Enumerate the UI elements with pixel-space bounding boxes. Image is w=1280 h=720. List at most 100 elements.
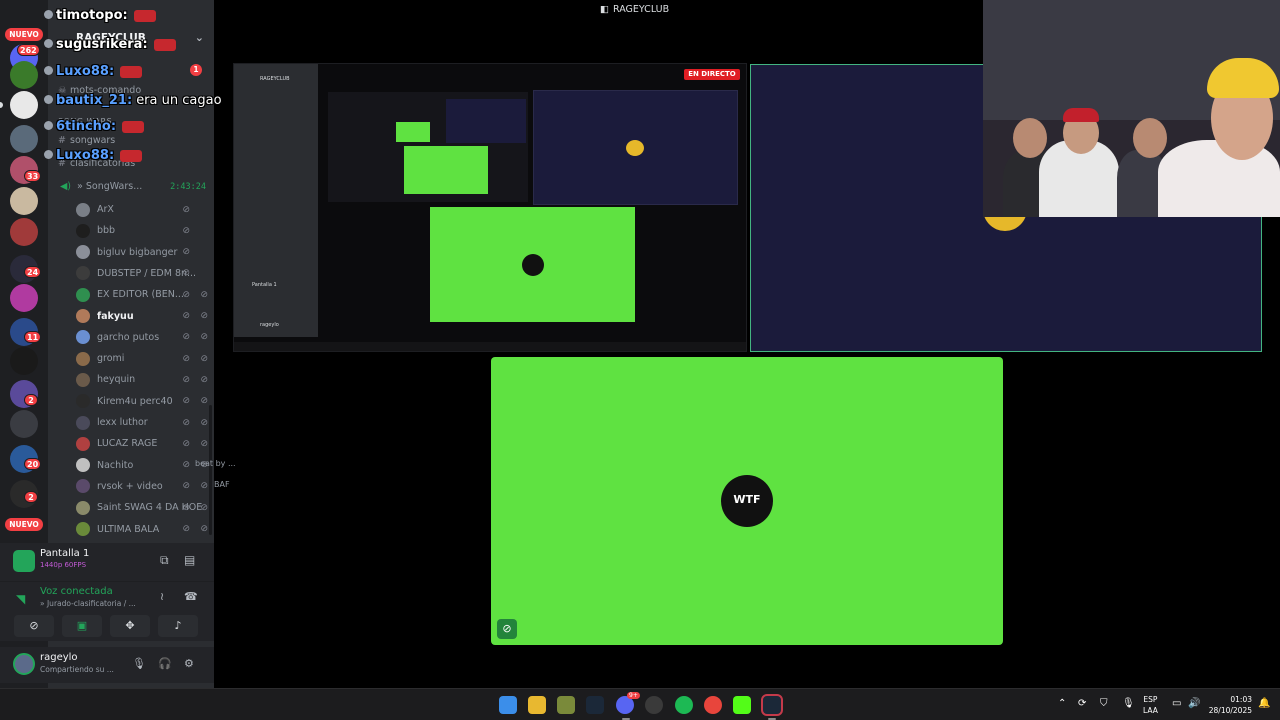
- server-icon[interactable]: [10, 284, 38, 312]
- deafened-icon: ⊘: [200, 524, 208, 534]
- stream-panel: Pantalla 1 1440p 60FPS ⧉ ▤: [0, 543, 214, 581]
- popout-icon[interactable]: ⧉: [160, 553, 169, 568]
- voice-member[interactable]: LUCAZ RAGE ⊘ ⊘: [76, 433, 212, 454]
- voice-member[interactable]: ArX ⊘: [76, 199, 212, 220]
- voice-member[interactable]: Saint SWAG 4 DA HOE ⊘ ⊘: [76, 497, 212, 518]
- language-indicator[interactable]: ESP LAA: [1143, 694, 1158, 716]
- activities-button[interactable]: ✥: [110, 615, 150, 637]
- chat-message: sugusrikera:: [44, 37, 176, 52]
- nested-screen-share[interactable]: RAGEYCLUB rageylo Pantalla 1: [233, 63, 747, 352]
- steam-icon[interactable]: [586, 696, 604, 714]
- voice-member[interactable]: EX EDITOR (BEN... ⊘ ⊘: [76, 284, 212, 305]
- member-name: rvsok + video: [97, 480, 163, 492]
- chat-message: Luxo88:: [44, 64, 143, 79]
- server-icon-white[interactable]: [10, 91, 38, 119]
- voice-member[interactable]: bbb ⊘: [76, 220, 212, 241]
- steam-icon[interactable]: [761, 694, 783, 716]
- clock[interactable]: 01:03 28/10/2025: [1208, 694, 1252, 716]
- rail-badge: 33: [24, 170, 42, 182]
- chat-username: Luxo88:: [56, 64, 115, 79]
- camera-off-button[interactable]: ⊘: [14, 615, 54, 637]
- server-icon[interactable]: [10, 125, 38, 153]
- voice-member[interactable]: garcho putos ⊘ ⊘: [76, 327, 212, 348]
- avatar: [76, 436, 90, 451]
- voice-member[interactable]: DUBSTEP / EDM 8n... ⊘: [76, 263, 212, 284]
- emote-icon: [122, 120, 145, 133]
- server-icon[interactable]: [10, 218, 38, 246]
- headphones-icon[interactable]: 🎧: [158, 657, 172, 670]
- folder-icon[interactable]: [528, 696, 546, 714]
- member-name: LUCAZ RAGE: [97, 438, 158, 450]
- new-servers-badge[interactable]: NUEVO: [5, 518, 43, 531]
- voice-member[interactable]: fakyuu ⊘ ⊘: [76, 306, 212, 327]
- voice-member[interactable]: gromi ⊘ ⊘: [76, 348, 212, 369]
- chevron-up-icon[interactable]: ⌃: [1058, 698, 1066, 709]
- stream-icon[interactable]: ⊘: [497, 619, 517, 639]
- windows-taskbar: 9+ ⌃ ⟳ ⛉ 🎙 ESP LAA ▭ 🔊 01:03 28/10/2025 …: [0, 688, 1280, 720]
- wtf-logo: WTF: [721, 475, 773, 527]
- kick-icon[interactable]: [733, 696, 751, 714]
- avatar: [76, 394, 90, 409]
- start-icon[interactable]: [499, 696, 517, 714]
- avatar[interactable]: [13, 653, 35, 675]
- voice-member[interactable]: Nachito ⊘ ⊘: [76, 455, 212, 476]
- noise-suppression-icon[interactable]: ≀: [160, 590, 164, 603]
- muted-mic-icon: ⊘: [182, 396, 190, 407]
- chat-username: 6tincho:: [56, 119, 117, 134]
- avatar: [76, 479, 90, 494]
- deafened-icon: ⊘: [200, 353, 208, 364]
- muted-mic-icon: ⊘: [182, 332, 190, 343]
- stream-tile-green-focused[interactable]: WTF ⊘: [491, 357, 1003, 645]
- shield-icon[interactable]: ⛉: [1100, 698, 1108, 709]
- soundboard-button[interactable]: ♪: [158, 615, 198, 637]
- muted-mic-icon: ⊘: [182, 289, 190, 300]
- new-servers-badge[interactable]: NUEVO: [5, 28, 43, 41]
- share-screen-button[interactable]: ▣: [62, 615, 102, 637]
- chrome-icon[interactable]: [704, 696, 722, 714]
- app-icon[interactable]: [645, 696, 663, 714]
- member-name: lexx luthor: [97, 417, 148, 428]
- voice-member[interactable]: ULTIMA BALA ⊘ ⊘: [76, 519, 212, 540]
- voice-member[interactable]: heyquin ⊘ ⊘: [76, 369, 212, 390]
- nested-sidebar: [234, 64, 318, 337]
- network-icon[interactable]: ▭: [1172, 698, 1181, 709]
- voice-channel-songwars[interactable]: ◀)» SongWars... 2:43:24: [60, 178, 208, 196]
- chat-message: timotopo:: [44, 8, 156, 23]
- server-icon[interactable]: [10, 410, 38, 438]
- avatar: [76, 202, 90, 217]
- app-icon[interactable]: [557, 696, 575, 714]
- microphone-icon[interactable]: 🎙: [1122, 698, 1135, 709]
- spotify-icon[interactable]: [675, 696, 693, 714]
- voice-status[interactable]: Voz conectada: [40, 586, 113, 597]
- voice-connection-panel: ◥ Voz conectada » Jurado-clasificatoria …: [0, 581, 214, 641]
- voice-member[interactable]: bigluv bigbanger ⊘: [76, 242, 212, 263]
- sync-icon[interactable]: ⟳: [1078, 698, 1086, 709]
- voice-member[interactable]: Kirem4u perc40 ⊘ ⊘: [76, 391, 212, 412]
- voice-member[interactable]: lexx luthor ⊘ ⊘: [76, 412, 212, 433]
- rail-badge: 2: [24, 394, 38, 406]
- muted-mic-icon: ⊘: [182, 524, 190, 534]
- rail-badge: 2: [24, 491, 38, 503]
- emote-icon: [133, 9, 156, 22]
- server-icon[interactable]: [10, 187, 38, 215]
- muted-mic-icon: ⊘: [182, 460, 190, 471]
- volume-icon[interactable]: 🔊: [1188, 698, 1200, 709]
- nested-navy-tile: [446, 99, 526, 143]
- scrollbar[interactable]: [209, 405, 212, 535]
- username[interactable]: rageylo: [40, 652, 78, 663]
- avatar: [76, 330, 90, 345]
- avatar: [76, 223, 90, 238]
- chevron-down-icon: ⌄: [194, 31, 204, 44]
- microphone-icon[interactable]: 🎙: [132, 657, 146, 670]
- server-icon[interactable]: [10, 347, 38, 375]
- gear-icon[interactable]: ⚙: [184, 657, 194, 670]
- signal-icon: ◥: [16, 592, 26, 606]
- clip-icon[interactable]: ▤: [184, 553, 195, 567]
- emote-icon: [120, 65, 143, 78]
- server-icon-pepe[interactable]: [10, 61, 38, 89]
- voice-member[interactable]: rvsok + video ⊘ ⊘: [76, 476, 212, 497]
- mention-badge: 1: [190, 64, 202, 76]
- disconnect-icon[interactable]: ☎: [184, 590, 198, 603]
- notification-icon[interactable]: 🔔: [1258, 698, 1270, 709]
- deafened-icon: ⊘: [200, 502, 208, 513]
